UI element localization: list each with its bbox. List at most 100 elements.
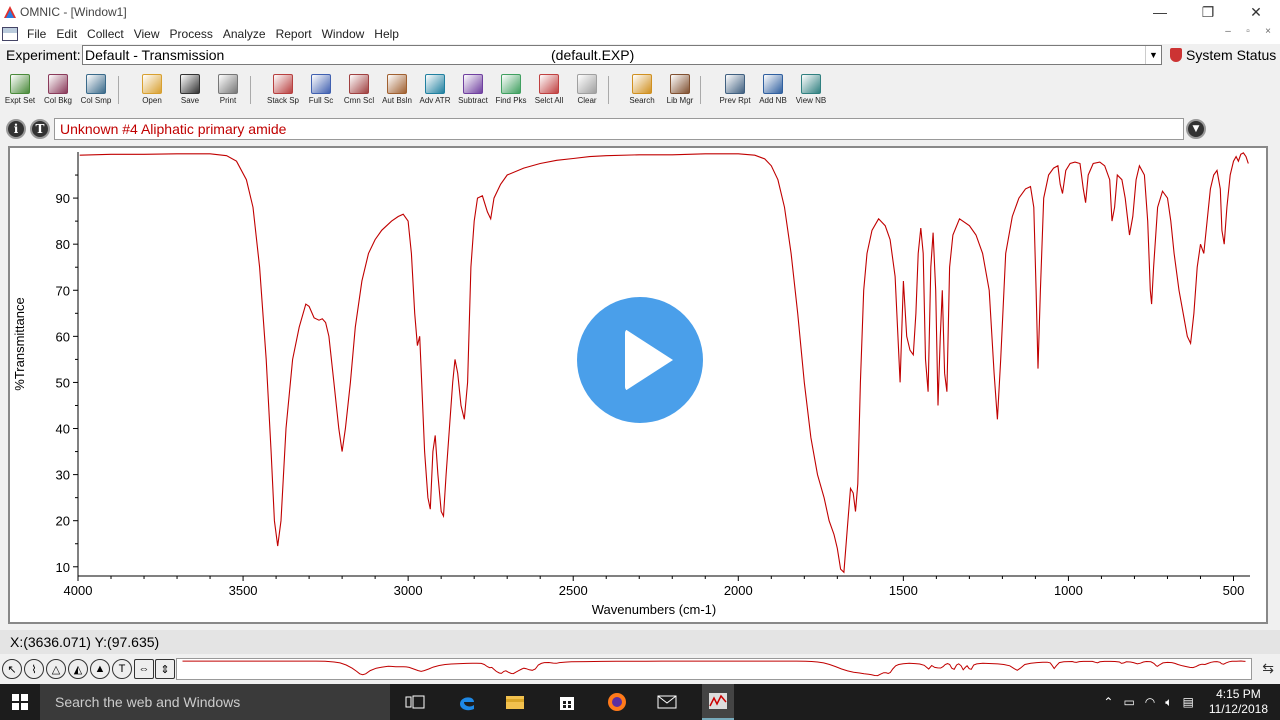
subtract-icon xyxy=(463,74,483,94)
toolbar-separator xyxy=(250,76,251,104)
y-axis-label: %Transmittance xyxy=(12,297,27,390)
find-peaks-icon xyxy=(501,74,521,94)
toolbar-separator xyxy=(608,76,609,104)
overview-spectrum xyxy=(182,660,1246,677)
zoom-horizontal-icon[interactable]: ⇔ xyxy=(134,659,154,679)
store-icon[interactable] xyxy=(556,692,578,712)
toolbar-button-print[interactable]: Print xyxy=(208,70,248,110)
battery-icon[interactable]: ▭ xyxy=(1123,695,1134,709)
shield-icon xyxy=(1170,48,1182,62)
preview-report-icon xyxy=(725,74,745,94)
start-button[interactable] xyxy=(0,684,40,720)
peak-height-tool-icon[interactable]: △ xyxy=(46,659,66,679)
toolbar-label: Lib Mgr xyxy=(666,96,694,105)
common-scale-icon xyxy=(349,74,369,94)
task-view-icon[interactable] xyxy=(404,692,426,712)
document-window-icon[interactable] xyxy=(2,27,18,41)
wifi-icon[interactable]: ◠ xyxy=(1145,695,1155,709)
annotation-tool-icon[interactable]: T xyxy=(112,659,132,679)
system-status-label: System Status xyxy=(1186,47,1277,63)
child-close-icon[interactable]: × xyxy=(1260,26,1276,37)
firefox-icon[interactable] xyxy=(606,692,628,712)
volume-icon[interactable]: 🔈︎ xyxy=(1165,695,1172,710)
video-play-button[interactable] xyxy=(568,288,712,432)
omnic-taskbar-icon[interactable] xyxy=(702,684,734,720)
x-tick-label: 2000 xyxy=(724,583,753,598)
spectrum-title-field[interactable]: Unknown #4 Aliphatic primary amide xyxy=(54,118,1184,140)
printer-icon xyxy=(218,74,238,94)
region-tool-icon[interactable]: ⌇ xyxy=(24,659,44,679)
peak-area-tool-icon[interactable]: ◭ xyxy=(68,659,88,679)
menu-collect[interactable]: Collect xyxy=(82,27,129,41)
y-tick-label: 40 xyxy=(56,422,70,437)
toolbar-button-col-smp[interactable]: Col Smp xyxy=(76,70,116,110)
taskbar-search-box[interactable]: Search the web and Windows xyxy=(40,684,390,720)
collect-background-icon xyxy=(48,74,68,94)
info-icon[interactable]: i xyxy=(6,119,26,139)
menu-bar: File Edit Collect View Process Analyze R… xyxy=(0,24,1280,44)
toolbar-button-view-nb[interactable]: View NB xyxy=(791,70,831,110)
experiment-bar: Experiment: Default - Transmission (defa… xyxy=(0,44,1280,66)
save-disk-icon xyxy=(180,74,200,94)
clock-time: 4:15 PM xyxy=(1216,687,1261,701)
advanced-atr-icon xyxy=(425,74,445,94)
main-toolbar: Expt Set Col Bkg Col Smp Open Save Print Stack… xyxy=(0,70,1280,112)
open-folder-icon xyxy=(142,74,162,94)
window-title: OMNIC - [Window1] xyxy=(20,5,127,19)
play-icon xyxy=(577,297,703,423)
experiment-value: Default - Transmission xyxy=(85,47,225,63)
spectrum-info-bar: i T Unknown #4 Aliphatic primary amide ▼ xyxy=(0,116,1280,142)
menu-help[interactable]: Help xyxy=(369,27,404,41)
auto-baseline-icon xyxy=(387,74,407,94)
overview-scroll-icon[interactable]: ⇆ xyxy=(1262,660,1274,677)
toolbar-separator xyxy=(700,76,701,104)
spectrum-dropdown-icon[interactable]: ▼ xyxy=(1186,119,1206,139)
menu-window[interactable]: Window xyxy=(317,27,370,41)
edge-browser-icon[interactable] xyxy=(456,692,478,712)
full-scale-icon xyxy=(311,74,331,94)
system-status-button[interactable]: System Status xyxy=(1170,47,1276,63)
toolbar-label: Col Smp xyxy=(80,96,112,105)
notification-icon[interactable]: ▤ xyxy=(1182,695,1193,709)
x-tick-label: 2500 xyxy=(559,583,588,598)
toolbar-button-lib-mgr[interactable]: Lib Mgr xyxy=(660,70,700,110)
menu-analyze[interactable]: Analyze xyxy=(218,27,271,41)
child-minimize-icon[interactable]: – xyxy=(1220,26,1236,37)
search-magnifier-icon xyxy=(632,74,652,94)
select-all-icon xyxy=(539,74,559,94)
child-restore-icon[interactable]: ▫ xyxy=(1240,26,1256,37)
x-tick-label: 1500 xyxy=(889,583,918,598)
menu-file[interactable]: File xyxy=(22,27,51,41)
restore-button[interactable]: ❐ xyxy=(1184,0,1232,24)
windows-logo-icon xyxy=(12,694,28,710)
menu-view[interactable]: View xyxy=(129,27,165,41)
add-notebook-icon xyxy=(763,74,783,94)
menu-edit[interactable]: Edit xyxy=(51,27,82,41)
title-tool-icon[interactable]: T xyxy=(30,119,50,139)
experiment-select[interactable]: Default - Transmission (default.EXP) ▼ xyxy=(82,45,1162,65)
experiment-label: Experiment: xyxy=(6,47,81,63)
x-tick-label: 500 xyxy=(1223,583,1245,598)
chevron-down-icon[interactable]: ▼ xyxy=(1145,46,1161,64)
spectrum-overview-pane[interactable] xyxy=(176,658,1252,680)
taskbar-clock[interactable]: 4:15 PM 11/12/2018 xyxy=(1209,687,1268,717)
display-tools-strip: ↖ ⌇ △ ◭ ▲ T ⇔ ⇕ ⇆ xyxy=(0,656,1280,684)
x-tick-label: 3000 xyxy=(394,583,423,598)
experiment-setup-icon xyxy=(10,74,30,94)
mail-icon[interactable] xyxy=(656,692,678,712)
window-controls: — ❐ ✕ xyxy=(1136,0,1280,24)
x-tick-label: 4000 xyxy=(64,583,93,598)
cursor-coordinates: X:(3636.071) Y:(97.635) xyxy=(10,634,160,650)
selection-tool-icon[interactable]: ↖ xyxy=(2,659,22,679)
experiment-file: (default.EXP) xyxy=(551,47,635,63)
menu-process[interactable]: Process xyxy=(165,27,218,41)
tray-chevron-up-icon[interactable]: ⌃ xyxy=(1103,695,1113,709)
close-button[interactable]: ✕ xyxy=(1232,0,1280,24)
menu-report[interactable]: Report xyxy=(271,27,317,41)
toolbar-button-clear[interactable]: Clear xyxy=(567,70,607,110)
label-peak-tool-icon[interactable]: ▲ xyxy=(90,659,110,679)
file-explorer-icon[interactable] xyxy=(504,692,526,712)
minimize-button[interactable]: — xyxy=(1136,0,1184,24)
toolbar-label: View NB xyxy=(795,96,827,105)
zoom-vertical-icon[interactable]: ⇕ xyxy=(155,659,175,679)
